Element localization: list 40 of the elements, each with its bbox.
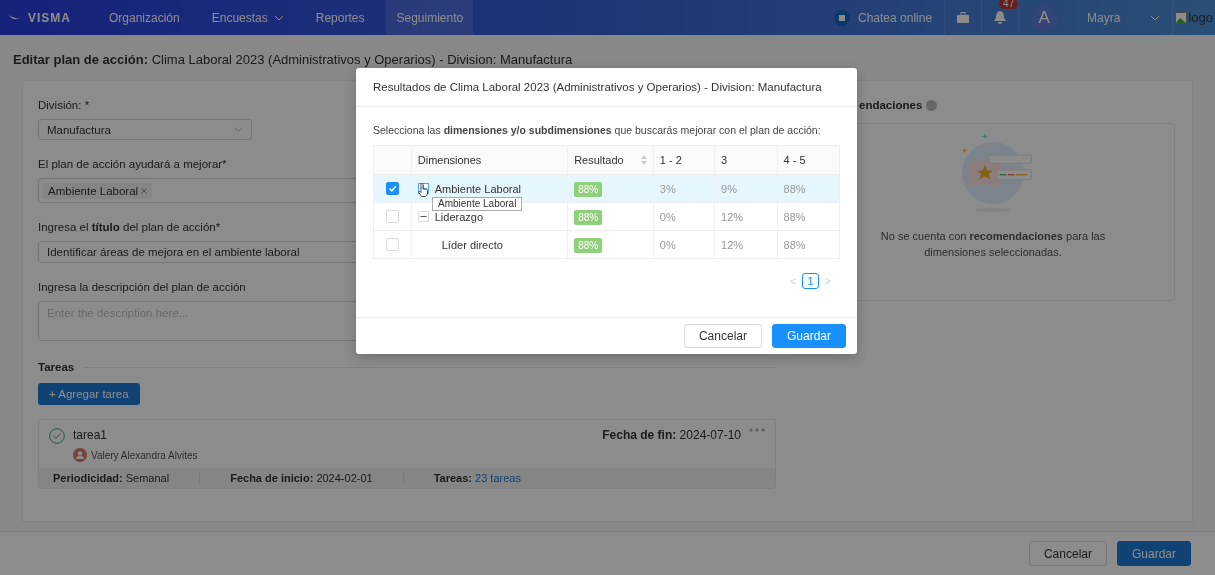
- table-cell: 9%: [714, 174, 778, 203]
- tooltip: Ambiente Laboral: [432, 197, 523, 211]
- task-detail: Periodicidad: Semanal: [53, 472, 201, 484]
- table-cell: 88%: [777, 174, 840, 203]
- panel-title: endaciones: [859, 99, 923, 111]
- result-tag: 88%: [574, 237, 603, 253]
- dimension-name: Liderazgo: [434, 210, 484, 223]
- result-tag: 88%: [574, 181, 603, 197]
- select-value: Manufactura: [47, 123, 111, 136]
- task-detail: Fecha de inicio: 2024-02-01: [230, 472, 404, 484]
- column-header: 4 - 5: [777, 145, 840, 175]
- table-cell: 0%: [653, 202, 715, 231]
- field-label: Ingresa la descripción del plan de acción: [38, 281, 246, 293]
- table-cell: 88%: [777, 202, 840, 231]
- dimension-name: Líder directo: [441, 238, 503, 251]
- field-label: El plan de acción ayudará a mejorar*: [38, 158, 227, 170]
- instruction-text: Selecciona las dimensiones y/o subdimensiones que buscarás mejorar con el plan de acción:: [373, 124, 822, 136]
- column-header: Dimensiones: [411, 145, 568, 175]
- brand-name: VISMA: [28, 10, 71, 25]
- column-header: 3: [714, 145, 778, 175]
- task-detail: Tareas: 23 tareas: [433, 472, 522, 484]
- table-cell: 88%: [777, 230, 840, 259]
- assignee-name: Valery Alexandra Alvites: [91, 449, 198, 461]
- notification-badge: 47: [999, 0, 1019, 9]
- empty-message: No se cuenta con recomendaciones para las dimensiones seleccionadas.: [879, 229, 1107, 260]
- modal-title: Resultados de Clima Laboral 2023 (Administrativos y Operarios) - Division: Manufactura: [356, 68, 857, 107]
- end-date: Fecha de fin: 2024-07-10: [602, 428, 741, 442]
- table-cell: 12%: [714, 202, 778, 231]
- field-label: Ingresa el título del plan de acción*: [38, 221, 221, 233]
- table-cell: 3%: [653, 174, 715, 203]
- table-cell: 0%: [653, 230, 715, 259]
- table-cell: 12%: [714, 230, 778, 259]
- selected-tag: Ambiente Laboral: [43, 182, 153, 199]
- field-label: División: *: [38, 99, 90, 111]
- section-heading: Tareas: [38, 361, 75, 373]
- column-header: 1 - 2: [653, 145, 715, 175]
- result-tag: 88%: [574, 209, 603, 225]
- column-header: Resultado: [567, 145, 654, 175]
- broken-image: logo: [1173, 10, 1215, 25]
- dimension-name: Ambiente Laboral: [434, 182, 521, 195]
